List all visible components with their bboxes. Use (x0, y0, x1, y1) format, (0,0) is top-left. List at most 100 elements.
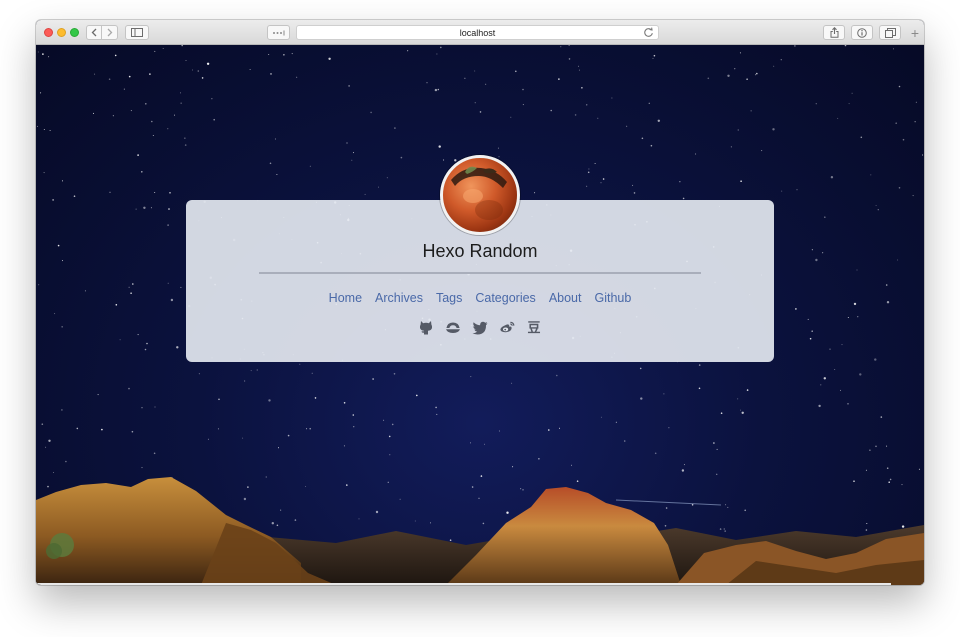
star (820, 384, 822, 386)
star (436, 53, 438, 55)
star (663, 393, 665, 395)
star (249, 69, 251, 70)
star (898, 187, 901, 189)
star (875, 205, 877, 206)
close-window-button[interactable] (44, 28, 53, 37)
star (818, 404, 821, 408)
star (856, 269, 858, 271)
star (510, 116, 512, 118)
star (244, 380, 246, 382)
star (276, 174, 278, 175)
star (154, 192, 156, 193)
star (912, 195, 914, 197)
star (48, 439, 51, 442)
star (43, 172, 45, 174)
star (522, 88, 524, 91)
star (822, 252, 824, 254)
star (880, 416, 883, 418)
star (756, 72, 758, 75)
avatar[interactable] (440, 155, 520, 235)
star (52, 199, 54, 201)
star (464, 77, 466, 79)
star (568, 45, 570, 46)
star (578, 69, 580, 71)
star (274, 138, 276, 140)
address-bar[interactable]: localhost (296, 25, 659, 40)
extensions-button[interactable] (267, 25, 290, 40)
star (53, 472, 54, 473)
twitter-link[interactable] (472, 319, 489, 336)
new-tab-button[interactable]: + (908, 26, 922, 40)
star (167, 224, 169, 226)
star (198, 373, 200, 375)
star (870, 174, 872, 176)
star (276, 524, 279, 527)
tab-overview-button[interactable] (879, 25, 901, 40)
star (372, 378, 374, 380)
star (865, 529, 868, 531)
star (901, 525, 905, 528)
star (648, 102, 650, 104)
douban-icon[interactable]: 豆 (526, 319, 543, 336)
star (750, 110, 752, 112)
star (167, 282, 169, 284)
star (522, 104, 524, 106)
star (108, 78, 111, 80)
star (256, 369, 258, 371)
nav-github[interactable]: Github (594, 290, 631, 306)
reload-icon[interactable] (643, 27, 654, 38)
star (393, 373, 396, 375)
github-link[interactable] (418, 319, 435, 336)
zhihu-link[interactable] (445, 319, 462, 336)
site-title[interactable]: Hexo Random (186, 241, 774, 262)
star (837, 117, 839, 119)
star (386, 177, 388, 179)
star (885, 284, 888, 286)
minimize-window-button[interactable] (57, 28, 66, 37)
star (131, 430, 134, 433)
star (309, 165, 311, 167)
star (414, 520, 416, 522)
star (796, 189, 798, 191)
star (123, 88, 125, 90)
star (615, 421, 617, 423)
nav-archives[interactable]: Archives (375, 290, 423, 306)
share-button[interactable] (823, 25, 845, 40)
back-button[interactable] (86, 25, 102, 40)
star (857, 316, 859, 318)
nav-home[interactable]: Home (329, 290, 362, 306)
social-links: 豆 (186, 319, 774, 336)
browser-window: localhost + Hexo Random Home Archives Ta… (36, 20, 924, 585)
star (794, 45, 796, 47)
nav-categories[interactable]: Categories (475, 290, 535, 306)
star (847, 317, 849, 318)
star (498, 430, 500, 432)
star (141, 171, 143, 173)
nav-tags[interactable]: Tags (436, 290, 462, 306)
star (691, 504, 694, 506)
sidebar-toggle-button[interactable] (125, 25, 149, 40)
star (370, 111, 372, 114)
fullscreen-window-button[interactable] (70, 28, 79, 37)
star (746, 389, 749, 391)
star (772, 128, 775, 131)
star (740, 409, 741, 411)
star (695, 153, 697, 155)
info-button[interactable] (851, 25, 873, 40)
nav-about[interactable]: About (549, 290, 582, 306)
star (170, 298, 174, 302)
weibo-link[interactable] (499, 319, 516, 336)
address-url[interactable]: localhost (297, 27, 658, 39)
star (739, 52, 741, 54)
star (247, 486, 249, 488)
star (184, 144, 187, 146)
star (145, 103, 147, 105)
star (180, 92, 181, 94)
star (242, 437, 244, 439)
forward-button[interactable] (102, 25, 118, 40)
star (378, 186, 379, 188)
star (38, 284, 40, 286)
star (278, 447, 279, 449)
star (844, 45, 847, 47)
star (211, 98, 213, 100)
